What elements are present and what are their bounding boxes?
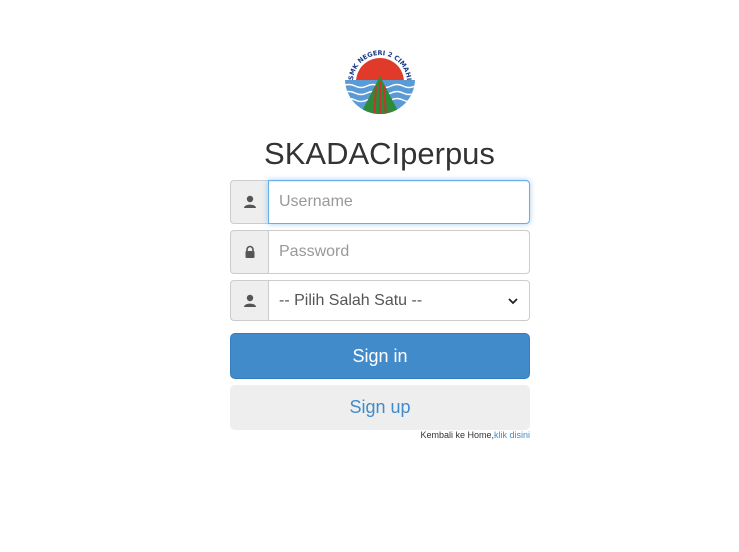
role-select[interactable]: -- Pilih Salah Satu -- <box>268 280 530 321</box>
user-icon <box>230 180 268 224</box>
signup-button[interactable]: Sign up <box>230 385 530 430</box>
signin-button[interactable]: Sign in <box>230 333 530 379</box>
role-group: -- Pilih Salah Satu -- <box>230 280 530 321</box>
back-home-note: Kembali ke Home,klik disini <box>420 430 530 440</box>
lock-icon <box>230 230 268 274</box>
password-input[interactable] <box>268 230 530 274</box>
username-group <box>230 180 530 224</box>
password-group <box>230 230 530 274</box>
username-input[interactable] <box>268 180 530 224</box>
role-select-value: -- Pilih Salah Satu -- <box>279 291 423 309</box>
school-logo: SMK NEGERI 2 CIMAHI <box>343 42 418 117</box>
app-title: SKADACIperpus <box>264 136 495 171</box>
back-home-text: Kembali ke Home, <box>420 430 494 440</box>
user-icon <box>230 280 268 321</box>
chevron-down-icon <box>507 295 519 307</box>
back-home-link[interactable]: klik disini <box>494 430 530 440</box>
login-page: SMK NEGERI 2 CIMAHI SKADACIperpus Userna… <box>0 0 739 552</box>
